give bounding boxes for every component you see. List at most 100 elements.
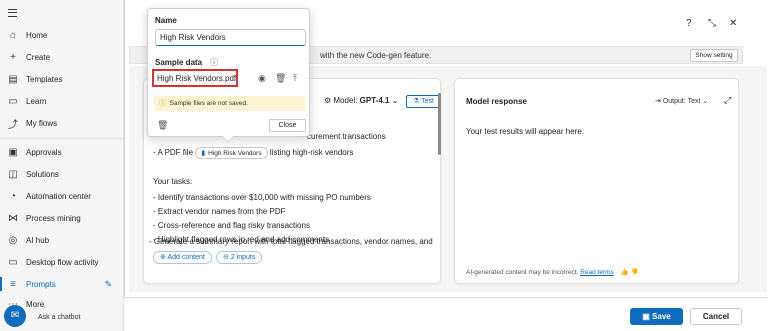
sample-file[interactable]: High Risk Vendors.pdf	[152, 69, 238, 87]
prompt-task-line: - Generate a summary report with total f…	[149, 237, 433, 246]
sidebar-item-my-flows[interactable]: ⤴ My flows	[0, 112, 124, 134]
chip-label: High Risk Vendors	[208, 150, 262, 157]
test-button[interactable]: ⚗ Test	[406, 95, 441, 108]
prompt-text-line: curement transactions	[307, 132, 386, 141]
book-icon: ▭	[8, 95, 18, 107]
sidebar-item-label: Automation center	[26, 191, 91, 201]
file-icon: ▮	[201, 150, 206, 157]
inputs-button[interactable]: ⊖ 2 inputs	[216, 251, 263, 264]
sidebar-item-label: Process mining	[26, 213, 81, 223]
delete-icon[interactable]: 🗑	[275, 73, 286, 84]
model-response-card: Model response ⇥ Output: Text ⌄ ⤢ Your t…	[454, 78, 739, 284]
automation-icon: ◔	[9, 190, 17, 202]
model-icon: ⚙	[324, 96, 332, 105]
response-title: Model response	[466, 97, 527, 106]
model-label: Model:	[333, 96, 358, 105]
sidebar-item-learn[interactable]: ▭ Learn	[0, 90, 124, 112]
prompt-task-line: - Identify transactions over $10,000 wit…	[153, 193, 371, 202]
prompt-text: listing high-risk vendors	[269, 148, 354, 157]
add-content-label: Add content	[167, 254, 205, 261]
sidebar-item-process-mining[interactable]: ⋈ Process mining	[0, 207, 124, 229]
sidebar-item-prompts[interactable]: ≡ Prompts ✎	[0, 273, 124, 295]
inputs-label: 2 inputs	[230, 254, 256, 261]
solutions-icon: ◫	[8, 168, 18, 180]
collapse-icon[interactable]: ⤡	[708, 18, 716, 29]
output-icon: ⇥	[655, 98, 663, 105]
disclaimer: AI-generated content may be incorrect. R…	[466, 268, 639, 276]
home-icon: ⌂	[9, 29, 17, 41]
inputs-icon: ⊖	[223, 254, 231, 261]
sidebar-item-solutions[interactable]: ◫ Solutions	[0, 163, 124, 185]
expand-icon[interactable]: ⤢	[724, 95, 731, 106]
response-placeholder: Your test results will appear here.	[466, 127, 584, 136]
sidebar-item-templates[interactable]: ▤ Templates	[0, 68, 124, 90]
sidebar-item-automation-center[interactable]: ◔ Automation center	[0, 185, 124, 207]
process-icon: ⋈	[8, 212, 18, 224]
plus-icon: +	[10, 51, 16, 63]
model-value: GPT-4.1	[359, 96, 390, 105]
close-button[interactable]: Close	[269, 119, 306, 132]
sidebar-item-label: Create	[26, 52, 51, 62]
input-properties-popup: Name High Risk Vendors Sample data ⓘ Hig…	[147, 8, 310, 143]
add-content-button[interactable]: ⊕ Add content	[153, 251, 212, 264]
model-selector[interactable]: ⚙ Model: GPT-4.1 ⌄	[324, 96, 398, 105]
save-button[interactable]: ▣ Save	[630, 308, 683, 325]
desktop-icon: ▭	[8, 256, 18, 268]
prompt-text-line: - A PDF file ▮ High Risk Vendors listing …	[153, 147, 353, 159]
banner-text: with the new Code-gen feature.	[320, 51, 432, 60]
read-terms-link[interactable]: Read terms	[580, 269, 614, 276]
sidebar-item-home[interactable]: ⌂ Home	[0, 24, 124, 46]
sample-data-label: Sample data	[155, 58, 203, 67]
delete-input-icon[interactable]: 🗑	[157, 120, 168, 131]
sidebar-item-desktop-flow-activity[interactable]: ▭ Desktop flow activity	[0, 251, 124, 273]
thumbs-down-icon[interactable]: 👎	[631, 269, 639, 276]
thumbs-up-icon[interactable]: 👍	[621, 269, 629, 276]
warning-message: ⓘ Sample files are not saved.	[154, 96, 305, 111]
chevron-down-icon: ⌄	[702, 98, 709, 105]
sidebar-item-label: More	[26, 299, 45, 309]
sidebar-item-ai-hub[interactable]: ◎ AI hub	[0, 229, 124, 251]
file-input-chip[interactable]: ▮ High Risk Vendors	[195, 147, 268, 159]
sidebar-item-label: Home	[26, 30, 48, 40]
pin-icon[interactable]: ✎	[104, 279, 112, 290]
dialog-footer: ▣ Save Cancel	[124, 297, 768, 331]
preview-icon[interactable]: ◉	[258, 73, 266, 84]
sidebar-item-label: Learn	[26, 96, 47, 106]
flask-icon: ⚗	[413, 98, 422, 105]
cancel-button[interactable]: Cancel	[690, 308, 742, 325]
prompts-icon: ≡	[10, 278, 16, 290]
sidebar-item-create[interactable]: + Create	[0, 46, 124, 68]
ai-icon: ◎	[8, 234, 18, 246]
prompt-task-line: - Cross-reference and flag risky transac…	[153, 221, 310, 230]
scrollbar[interactable]	[438, 93, 441, 155]
save-label: Save	[652, 312, 671, 321]
warning-icon: ⓘ	[159, 100, 166, 107]
disclaimer-text: AI-generated content may be incorrect.	[466, 269, 579, 276]
sidebar-item-label: Approvals	[26, 147, 62, 157]
prompt-text: - A PDF file	[153, 148, 194, 157]
sidebar-item-label: Solutions	[26, 169, 59, 179]
name-label: Name	[155, 16, 177, 25]
sidebar-item-label: My flows	[26, 118, 58, 128]
sidebar-item-label: AI hub	[26, 235, 50, 245]
sidebar-item-approvals[interactable]: ▣ Approvals	[0, 141, 124, 163]
upload-icon[interactable]: ⤒	[293, 73, 297, 84]
prompt-task-line: - Extract vendor names from the PDF	[153, 207, 286, 216]
templates-icon: ▤	[8, 73, 18, 85]
test-label: Test	[421, 98, 434, 105]
show-setting-button[interactable]: Show setting	[690, 49, 738, 62]
chat-icon: ✉	[10, 310, 20, 321]
output-selector[interactable]: ⇥ Output: Text ⌄	[655, 97, 708, 105]
help-icon[interactable]: ?	[686, 18, 692, 29]
flows-icon: ⤴	[8, 119, 18, 131]
sidebar-item-label: Prompts	[26, 279, 56, 289]
name-input[interactable]: High Risk Vendors	[155, 29, 306, 46]
sample-file-name: High Risk Vendors.pdf	[157, 74, 237, 83]
warning-text: Sample files are not saved.	[169, 100, 248, 107]
hamburger-menu-icon[interactable]	[8, 9, 17, 17]
sidebar-item-label: Desktop flow activity	[26, 257, 99, 267]
approvals-icon: ▣	[8, 146, 18, 158]
info-icon[interactable]: ⓘ	[210, 57, 218, 68]
chatbot-button[interactable]: ✉	[4, 305, 26, 327]
close-icon[interactable]: ✕	[729, 18, 737, 29]
